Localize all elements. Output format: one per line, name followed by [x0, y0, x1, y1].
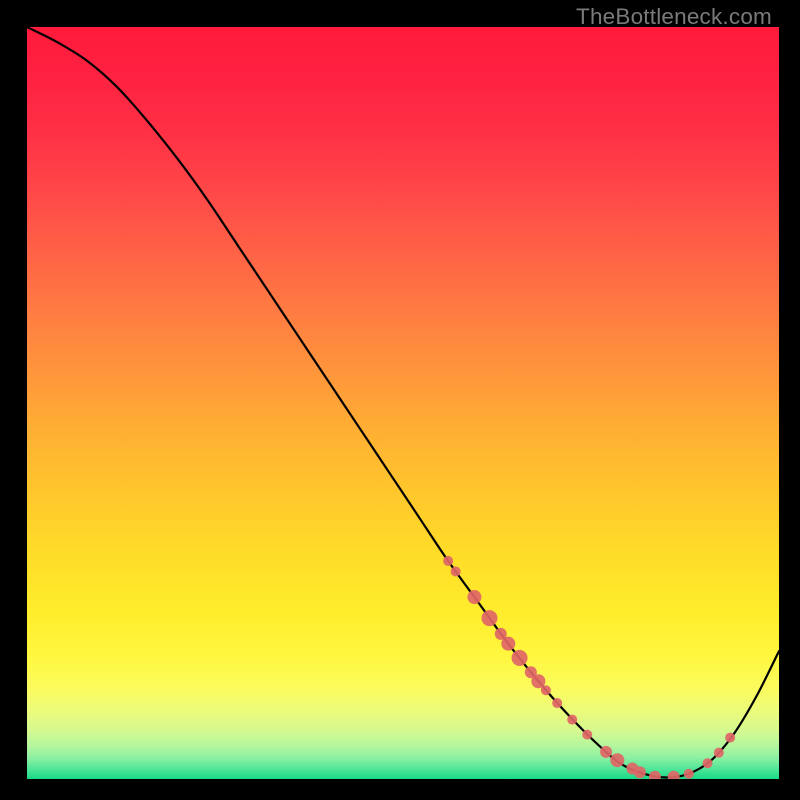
highlight-dot: [501, 637, 515, 651]
highlight-dot: [567, 715, 577, 725]
chart-frame: [27, 27, 779, 779]
highlight-dot: [684, 769, 694, 779]
watermark-text: TheBottleneck.com: [576, 4, 772, 30]
bottleneck-chart: [27, 27, 779, 779]
highlight-dot: [512, 650, 528, 666]
highlight-dot: [703, 758, 713, 768]
highlight-dot: [610, 753, 624, 767]
highlight-dot: [467, 590, 481, 604]
highlight-dot: [634, 766, 646, 778]
highlight-dot: [600, 746, 612, 758]
highlight-dot: [451, 566, 461, 576]
highlight-dot: [714, 748, 724, 758]
highlight-dot: [582, 730, 592, 740]
highlight-dot: [725, 733, 735, 743]
highlight-dot: [541, 685, 551, 695]
highlight-dot: [552, 698, 562, 708]
highlight-dot: [481, 610, 497, 626]
gradient-background: [27, 27, 779, 779]
highlight-dot: [443, 556, 453, 566]
